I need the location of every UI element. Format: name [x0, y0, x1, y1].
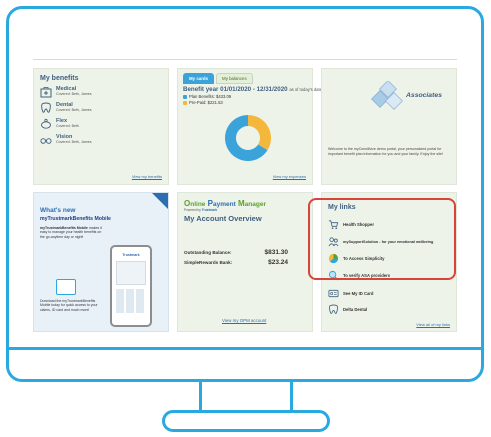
link-see-my-id-card[interactable]: See My ID Card — [328, 288, 374, 299]
balance-donut-chart — [225, 115, 271, 161]
monitor-bezel — [9, 347, 481, 350]
opm-powered-brand: Trustmark — [201, 208, 218, 212]
promo-paragraph-2: Download the myTrustmarkBenefits Mobile … — [40, 299, 98, 312]
benefit-vision[interactable]: Vision Covered: Beth, James — [40, 134, 162, 146]
promo-subtitle: myTrustmarkBenefits Mobile — [40, 216, 111, 222]
tooth-icon — [41, 102, 51, 113]
plan-benefits-balance: Plan Benefits: $433.09 — [183, 94, 307, 99]
plan-year-heading: Benefit year 01/01/2020 - 12/31/2020 as … — [183, 86, 322, 93]
mobile-promo-tile: What's new myTrustmarkBenefits Mobile my… — [33, 192, 169, 332]
medical-kit-icon — [40, 87, 52, 98]
benefit-dental[interactable]: Dental Covered: Beth, James — [40, 102, 162, 114]
my-benefits-tile: My benefits Medical Covered: Beth, James… — [33, 68, 169, 185]
portal-header — [25, 24, 465, 60]
opm-logo-ayment: ayment — [212, 201, 236, 208]
online-payment-manager-tile: Online Payment Manager Powered by Trustm… — [177, 192, 313, 332]
benefit-medical[interactable]: Medical Covered: Beth, James — [40, 86, 162, 98]
associates-welcome-text: Welcome to the myConsillvice demo portal… — [328, 147, 443, 156]
my-links-highlight — [308, 198, 456, 280]
link-label: Delta Dental — [343, 307, 368, 312]
donut-segment-prepaid — [248, 115, 271, 151]
promo-title: What's new — [40, 207, 76, 214]
opm-rewards-row: SimpleRewards Bank: $23.24 — [184, 259, 288, 266]
benefit-covered: Covered: Beth, James — [56, 140, 92, 144]
legend-swatch-orange — [183, 100, 187, 105]
plan-benefits-label: Plan Benefits: $433.09 — [189, 94, 232, 99]
opm-powered-label: Powered by — [184, 208, 202, 212]
my-benefits-title: My benefits — [40, 75, 79, 82]
cards-tabs: My cards My balances — [183, 73, 307, 84]
portal-screen: My benefits Medical Covered: Beth, James… — [25, 24, 465, 340]
tooth-icon — [329, 304, 338, 314]
phone-app-grid — [116, 289, 146, 313]
opm-outstanding-row: Outstanding Balance: $831.30 — [184, 249, 288, 256]
phone-screen-content — [116, 261, 146, 285]
benefit-covered: Covered: Beth, James — [56, 92, 92, 96]
tab-my-cards[interactable]: My cards — [183, 73, 215, 84]
id-card-icon — [328, 289, 339, 298]
associates-tile: Associates Welcome to the myConsillvice … — [321, 68, 457, 185]
plan-year-text: Benefit year 01/01/2020 - 12/31/2020 — [183, 86, 288, 93]
link-label: See My ID Card — [343, 291, 374, 296]
promo-paragraph-1: myTrustmarkBenefits Mobile makes it easy… — [40, 226, 104, 239]
associates-logo — [371, 81, 403, 110]
phone-mockup: Trustmark — [110, 245, 152, 327]
opm-row-label: Outstanding Balance: — [184, 250, 232, 255]
view-my-opm-account-link[interactable]: View my OPM account — [222, 318, 266, 323]
benefit-covered: Covered: Beth, James — [56, 108, 92, 112]
plan-year-suffix: as of today's date — [289, 87, 323, 92]
opm-row-value: $831.30 — [264, 249, 289, 256]
opm-row-value: $23.24 — [268, 259, 288, 266]
opm-account-overview-title: My Account Overview — [184, 214, 262, 223]
header-divider — [33, 59, 457, 60]
legend-swatch-blue — [183, 94, 187, 99]
promo-corner-accent — [152, 193, 168, 209]
piggy-bank-icon — [41, 118, 51, 129]
my-cards-tile: My cards My balances Benefit year 01/01/… — [177, 68, 322, 185]
view-my-expenses-link[interactable]: View my expenses — [273, 174, 306, 179]
opm-logo-nline: nline — [190, 201, 206, 208]
opm-logo-m: M — [237, 199, 245, 208]
calendar-graphic — [56, 279, 76, 295]
prepaid-balance: Pre-Paid: $221.53 — [183, 100, 307, 105]
opm-powered-by: Powered by Trustmark — [184, 208, 306, 212]
monitor-stand-base — [162, 410, 330, 432]
associates-logo-text: Associates — [406, 92, 442, 99]
view-all-my-links[interactable]: View all of my links — [416, 322, 450, 327]
opm-row-label: SimpleRewards Bank: — [184, 260, 233, 265]
benefit-flex[interactable]: Flex Covered: Beth — [40, 118, 162, 130]
tab-my-balances[interactable]: My balances — [216, 73, 253, 84]
benefit-covered: Covered: Beth — [56, 124, 79, 128]
phone-brand: Trustmark — [122, 253, 140, 257]
opm-logo-anager: anager — [244, 201, 266, 208]
promo-paragraph-1-bold: myTrustmarkBenefits Mobile — [40, 226, 88, 230]
opm-logo: Online Payment Manager — [184, 199, 306, 208]
prepaid-label: Pre-Paid: $221.53 — [189, 100, 223, 105]
view-my-benefits-link[interactable]: View my benefits — [132, 174, 162, 179]
glasses-icon — [40, 138, 52, 144]
link-delta-dental[interactable]: Delta Dental — [328, 304, 367, 315]
